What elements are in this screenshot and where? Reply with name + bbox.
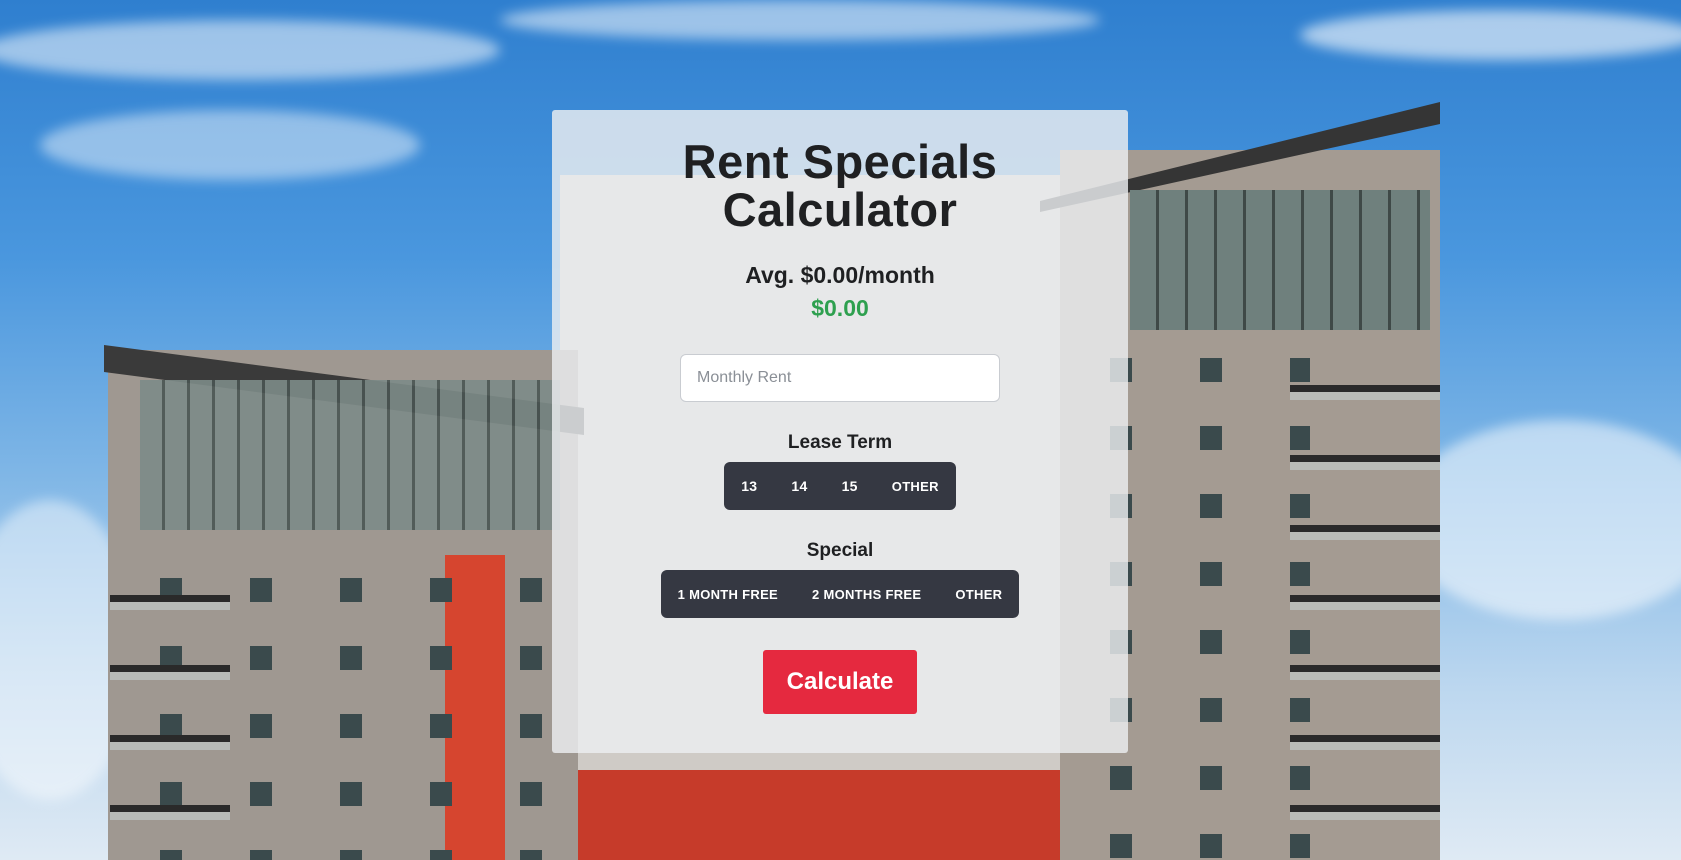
lease-term-button-group: 13 14 15 OTHER	[724, 462, 956, 510]
lease-term-option-other[interactable]: OTHER	[875, 462, 956, 510]
title-line-1: Rent Specials	[682, 135, 998, 188]
title-line-2: Calculator	[722, 183, 958, 236]
center-building-red-base	[560, 770, 1080, 860]
lease-term-option-14[interactable]: 14	[774, 462, 824, 510]
special-button-group: 1 MONTH FREE 2 MONTHS FREE OTHER	[660, 570, 1020, 618]
cloud	[1300, 10, 1681, 60]
monthly-rent-input[interactable]	[680, 354, 1000, 402]
right-building-glass	[1130, 190, 1430, 330]
average-monthly-result: Avg. $0.00/month	[745, 262, 935, 288]
page-title: Rent Specials Calculator	[660, 138, 1020, 234]
cloud	[1400, 420, 1681, 620]
calculate-button[interactable]: Calculate	[763, 650, 917, 714]
lease-term-option-15[interactable]: 15	[825, 462, 875, 510]
total-result: $0.00	[811, 295, 869, 321]
special-option-2-months-free[interactable]: 2 MONTHS FREE	[795, 570, 938, 618]
left-building-glass	[140, 380, 560, 530]
left-building-balconies	[110, 540, 230, 860]
background-scene: Rent Specials Calculator Avg. $0.00/mont…	[0, 0, 1681, 860]
special-label: Special	[806, 540, 874, 561]
lease-term-label: Lease Term	[787, 432, 893, 453]
cloud	[500, 0, 1100, 40]
cloud	[0, 20, 500, 80]
lease-term-option-13[interactable]: 13	[724, 462, 774, 510]
calculator-card: Rent Specials Calculator Avg. $0.00/mont…	[552, 110, 1128, 753]
cloud	[40, 110, 420, 180]
right-building-balconies	[1290, 330, 1440, 860]
special-option-other[interactable]: OTHER	[938, 570, 1019, 618]
special-option-1-month-free[interactable]: 1 MONTH FREE	[661, 570, 795, 618]
